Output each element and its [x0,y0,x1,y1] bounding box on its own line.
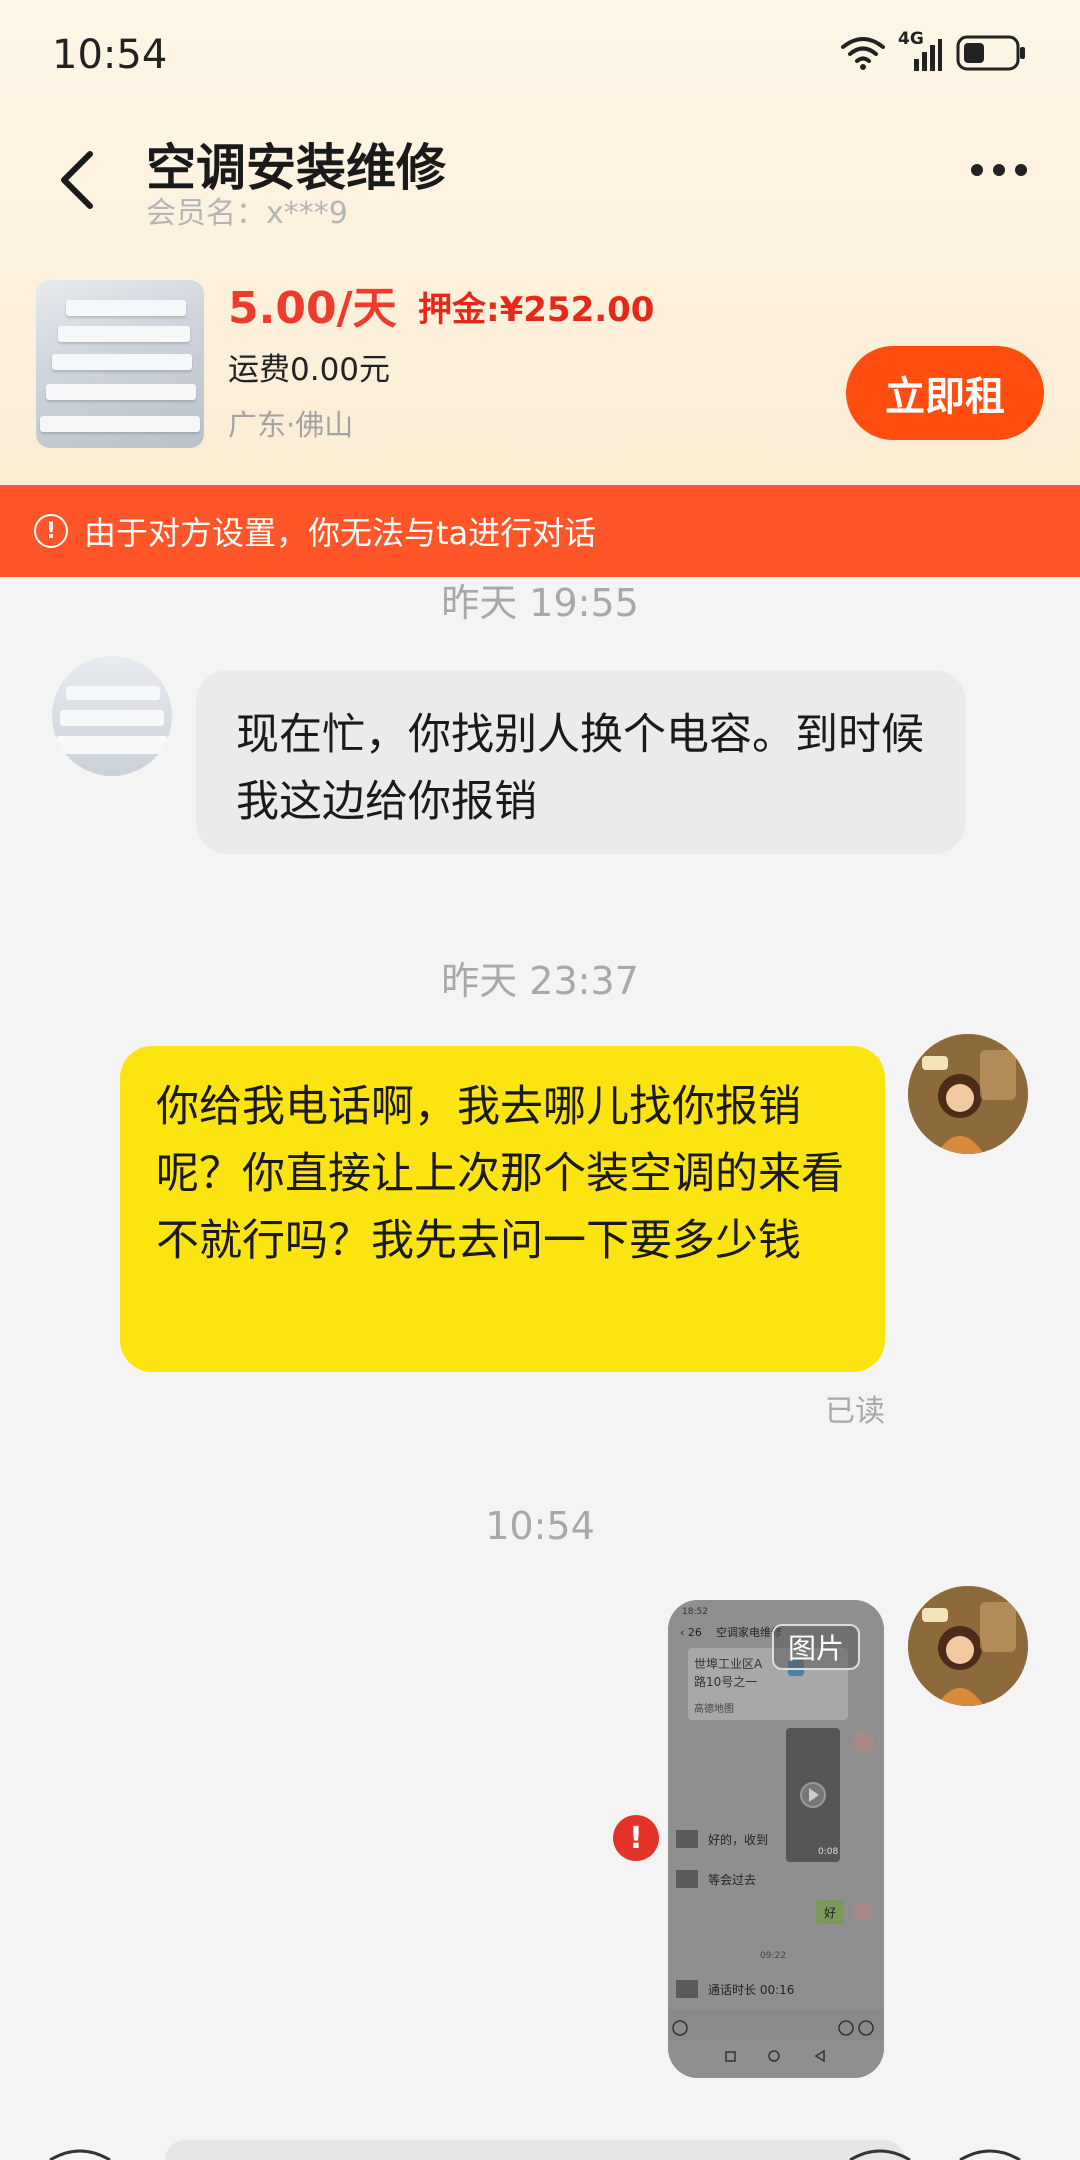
product-deposit: 押金:¥252.00 [418,290,655,330]
member-name: 会员名：x***9 [146,196,348,231]
battery-icon [956,34,1028,76]
thumb-msg3: 好 [824,1906,836,1920]
voice-icon [49,2149,111,2160]
shipping-fee: 运费0.00元 [228,352,391,388]
thumb-msg1: 好的，收到 [708,1832,768,1847]
more-icon [971,164,983,176]
thumb-call: 通话时长 00:16 [708,1983,794,1997]
signal-icon: 4G [898,29,942,73]
message-timestamp: 昨天 23:37 [441,959,639,1003]
product-price: 5.00/天 [228,283,397,334]
message-text: 现在忙，你找别人换个电容。到时候我这边给你报销 [236,710,924,827]
thumb-time: 18:52 [682,1607,708,1617]
screenshot-thumbnail: 18:52 ‹ 26 空调家电维修 世埠工业区A 路10号之一 高德地图 0:0… [668,1600,884,2078]
user-avatar[interactable] [908,1034,1028,1154]
banner-text: 由于对方设置，你无法与ta进行对话 [84,514,597,552]
status-bar: 10:54 4G [0,0,1080,115]
thumb-addr2: 路10号之一 [694,1674,757,1689]
message-text: 你给我电话啊，我去哪儿找你报销呢？你直接让上次那个装空调的来看不就行吗？我先去问… [156,1082,844,1266]
more-button[interactable] [964,150,1034,190]
status-icons: 4G [840,29,1028,76]
image-tag: 图片 [772,1624,860,1670]
message-input [165,2140,905,2160]
sent-message-bubble[interactable]: 你给我电话啊，我去哪儿找你报销呢？你直接让上次那个装空调的来看不就行吗？我先去问… [120,1046,885,1372]
read-status: 已读 [825,1394,885,1429]
thumb-addr1: 世埠工业区A [694,1657,763,1671]
network-type: 4G [898,29,924,49]
wifi-icon [840,35,886,75]
restriction-banner: ! 由于对方设置，你无法与ta进行对话 [0,485,1080,577]
shop-avatar[interactable] [52,656,172,776]
back-icon [61,151,93,209]
back-button[interactable] [48,140,108,220]
message-timestamp: 昨天 19:55 [441,581,639,625]
product-location: 广东·佛山 [228,408,354,442]
warning-icon: ! [34,514,68,548]
message-timestamp: 10:54 [485,1504,595,1548]
product-image[interactable] [36,280,204,448]
user-avatar[interactable] [908,1586,1028,1706]
rent-now-button[interactable]: 立即租 [846,346,1044,440]
thumb-time2: 09:22 [760,1951,786,1961]
received-message-bubble[interactable]: 现在忙，你找别人换个电容。到时候我这边给你报销 [196,670,966,854]
thumb-video-duration: 0:08 [818,1847,838,1857]
input-bar [0,2130,1080,2160]
image-message[interactable]: 18:52 ‹ 26 空调家电维修 世埠工业区A 路10号之一 高德地图 0:0… [668,1600,884,2078]
status-time: 10:54 [52,32,168,78]
send-failed-icon[interactable]: ! [613,1815,659,1861]
svg-text:‹ 26: ‹ 26 [680,1626,702,1639]
thumb-msg2: 等会过去 [708,1873,756,1887]
plus-icon [959,2149,1021,2160]
thumb-map-label: 高德地图 [694,1702,734,1715]
